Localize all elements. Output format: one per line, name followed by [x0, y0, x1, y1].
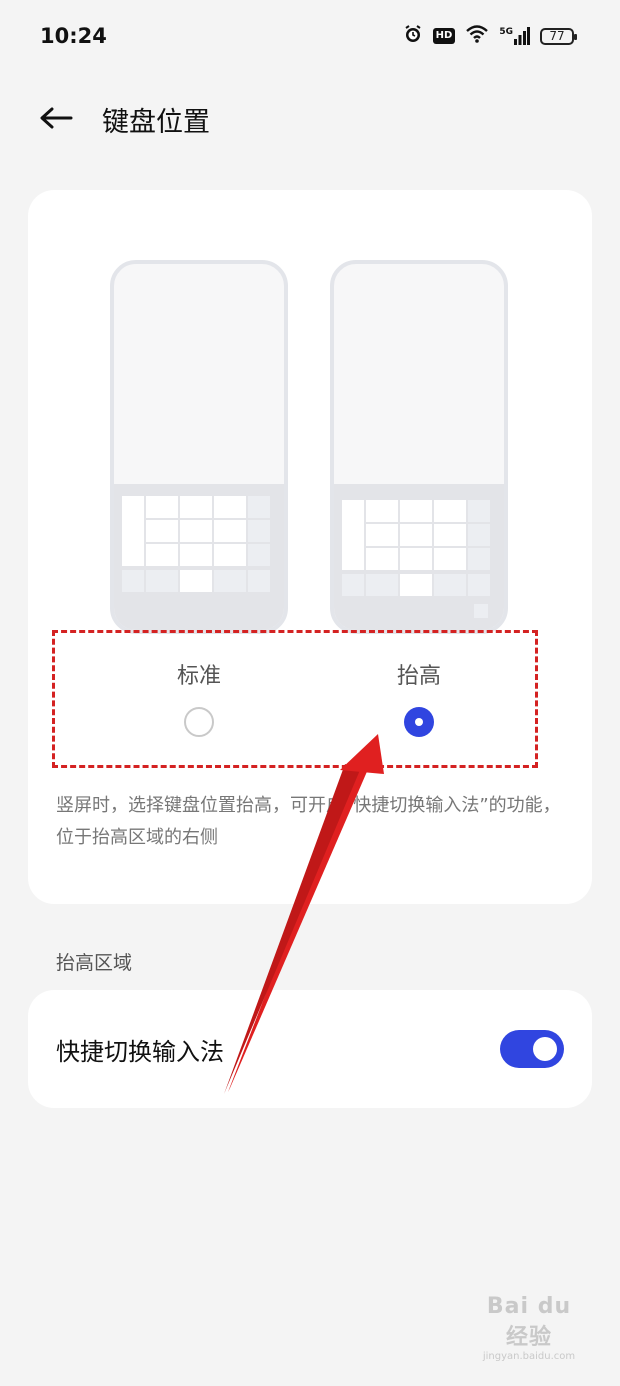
keyboard-area: [334, 484, 504, 630]
watermark-logo: Bai du 经验 jingyan.baidu.com: [474, 1294, 584, 1362]
wifi-icon: [465, 24, 489, 48]
keyboard-position-card: 标准 抬高 竖屏时，选择键盘位置抬高，可开启“快捷切换输入法”的功能，位于抬高区…: [28, 190, 592, 904]
watermark-sub: jingyan.baidu.com: [482, 1351, 576, 1362]
hd-badge: HD: [432, 28, 456, 44]
radio-raised[interactable]: [404, 707, 434, 737]
status-icons: HD 5G 77: [403, 24, 577, 48]
option-label-standard: 标准: [176, 664, 221, 689]
header: 键盘位置: [0, 88, 620, 148]
standard-keyboard-illustration[interactable]: [110, 260, 288, 634]
back-button[interactable]: [36, 98, 76, 138]
quick-switch-label: 快捷切换输入法: [56, 1038, 224, 1066]
raised-keyboard-illustration[interactable]: [330, 260, 508, 634]
alarm-icon: [403, 24, 423, 48]
status-bar: 10:24 HD 5G 77: [0, 0, 620, 76]
section-title: 抬高区域: [56, 952, 133, 974]
cellular-signal-icon: 5G: [499, 27, 530, 45]
quick-switch-card: 快捷切换输入法: [28, 990, 592, 1108]
quick-switch-toggle[interactable]: [500, 1030, 564, 1068]
keyboard-area: [114, 484, 284, 630]
battery-icon: 77: [540, 27, 577, 45]
toggle-knob: [533, 1037, 557, 1061]
status-time: 10:24: [40, 24, 107, 48]
back-arrow-icon: [40, 107, 73, 129]
radio-standard[interactable]: [184, 707, 214, 737]
description-text: 竖屏时，选择键盘位置抬高，可开启“快捷切换输入法”的功能，位于抬高区域的右侧: [56, 795, 561, 848]
battery-level: 77: [549, 29, 565, 43]
page-title: 键盘位置: [102, 107, 210, 138]
watermark-main: Bai du 经验: [486, 1294, 572, 1350]
option-label-raised: 抬高: [396, 664, 441, 689]
network-type: 5G: [499, 27, 513, 37]
